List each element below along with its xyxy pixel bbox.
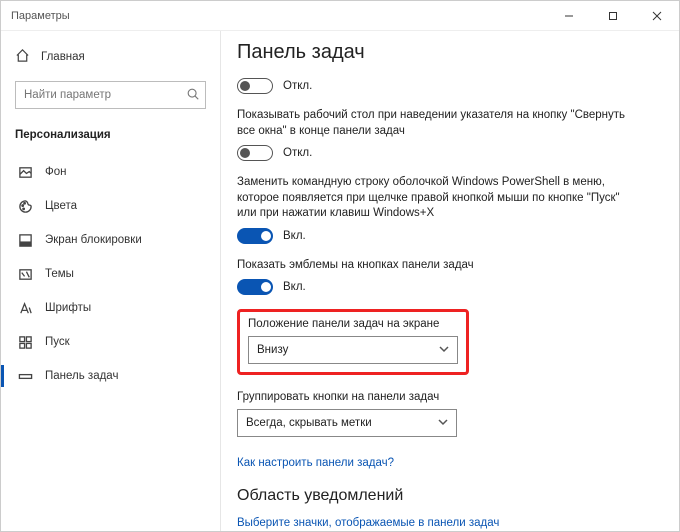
window-controls — [547, 1, 679, 31]
search-icon — [186, 87, 200, 104]
home-icon — [15, 48, 31, 66]
toggle-state-label: Вкл. — [283, 230, 306, 242]
setting-badges: Показать эмблемы на кнопках панели задач… — [237, 258, 637, 296]
chevron-down-icon — [439, 344, 449, 357]
link-configure-taskbar[interactable]: Как настроить панели задач? — [237, 457, 673, 469]
sidebar-item-label: Фон — [45, 166, 67, 178]
select-value: Всегда, скрывать метки — [246, 417, 372, 429]
font-icon — [17, 301, 33, 316]
sidebar: Главная Персонализация Фон Цвета Экран б… — [1, 31, 221, 531]
toggle-switch[interactable] — [237, 145, 273, 161]
setting-description: Показывать рабочий стол при наведении ук… — [237, 108, 637, 139]
themes-icon — [17, 267, 33, 282]
window-body: Главная Персонализация Фон Цвета Экран б… — [1, 31, 679, 531]
toggle-switch[interactable] — [237, 78, 273, 94]
chevron-down-icon — [438, 417, 448, 430]
close-button[interactable] — [635, 1, 679, 31]
image-icon — [17, 165, 33, 180]
start-icon — [17, 335, 33, 350]
select-value: Внизу — [257, 344, 288, 356]
sidebar-item-taskbar[interactable]: Панель задач — [15, 359, 206, 393]
search-box[interactable] — [15, 81, 206, 109]
home-link[interactable]: Главная — [15, 41, 206, 73]
search-input[interactable] — [15, 81, 206, 109]
category-label: Персонализация — [15, 123, 206, 155]
sidebar-item-label: Цвета — [45, 200, 77, 212]
content-pane[interactable]: Панель задач Откл. Показывать рабочий ст… — [221, 31, 679, 531]
sidebar-item-colors[interactable]: Цвета — [15, 189, 206, 223]
sidebar-item-fonts[interactable]: Шрифты — [15, 291, 206, 325]
setting-powershell: Заменить командную строку оболочкой Wind… — [237, 175, 637, 244]
maximize-button[interactable] — [591, 1, 635, 31]
sidebar-item-label: Пуск — [45, 336, 70, 348]
taskbar-icon — [17, 369, 33, 384]
group-buttons-select[interactable]: Всегда, скрывать метки — [237, 409, 457, 437]
setting-peek-desktop: Показывать рабочий стол при наведении ук… — [237, 108, 637, 161]
toggle-switch[interactable] — [237, 279, 273, 295]
sidebar-item-label: Темы — [45, 268, 74, 280]
lockscreen-icon — [17, 233, 33, 248]
minimize-button[interactable] — [547, 1, 591, 31]
sidebar-item-themes[interactable]: Темы — [15, 257, 206, 291]
sidebar-item-label: Экран блокировки — [45, 234, 142, 246]
setting-description: Заменить командную строку оболочкой Wind… — [237, 175, 637, 222]
setting-group-buttons: Группировать кнопки на панели задач Всег… — [237, 391, 637, 437]
sidebar-item-lockscreen[interactable]: Экран блокировки — [15, 223, 206, 257]
titlebar: Параметры — [1, 1, 679, 31]
taskbar-position-select[interactable]: Внизу — [248, 336, 458, 364]
setting-toggle-0: Откл. — [237, 78, 637, 94]
sidebar-item-background[interactable]: Фон — [15, 155, 206, 189]
sidebar-item-label: Шрифты — [45, 302, 91, 314]
window-title: Параметры — [11, 10, 70, 22]
sidebar-item-start[interactable]: Пуск — [15, 325, 206, 359]
palette-icon — [17, 199, 33, 214]
home-label: Главная — [41, 51, 85, 63]
toggle-switch[interactable] — [237, 228, 273, 244]
select-label: Группировать кнопки на панели задач — [237, 391, 637, 403]
toggle-state-label: Вкл. — [283, 281, 306, 293]
toggle-state-label: Откл. — [283, 147, 312, 159]
section-notification-area: Область уведомлений — [237, 487, 673, 505]
highlighted-taskbar-position: Положение панели задач на экране Внизу — [237, 309, 469, 375]
link-select-icons[interactable]: Выберите значки, отображаемые в панели з… — [237, 517, 673, 529]
page-title: Панель задач — [237, 41, 673, 64]
sidebar-item-label: Панель задач — [45, 370, 118, 382]
setting-description: Показать эмблемы на кнопках панели задач — [237, 258, 637, 274]
settings-window: Параметры Главная — [0, 0, 680, 532]
toggle-state-label: Откл. — [283, 80, 312, 92]
select-label: Положение панели задач на экране — [248, 318, 458, 330]
